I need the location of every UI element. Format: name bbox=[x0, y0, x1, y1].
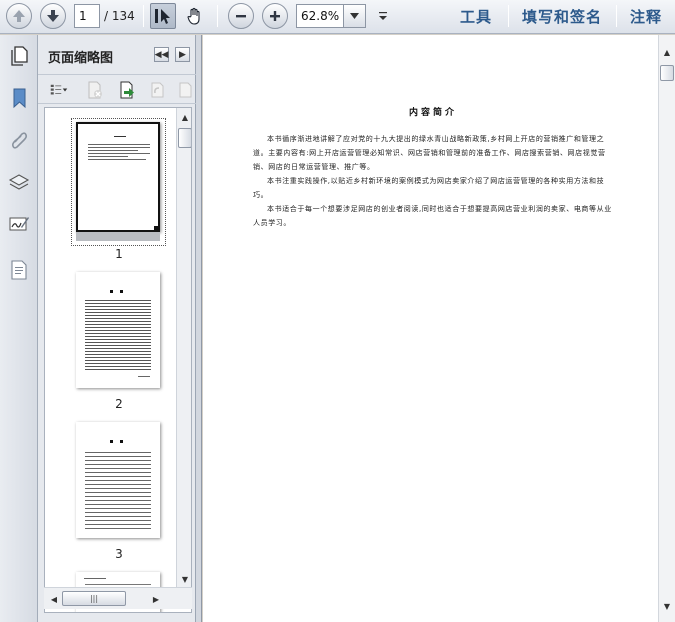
thumbnail-page-1[interactable] bbox=[76, 122, 160, 232]
thumbnail-label: 3 bbox=[115, 547, 123, 561]
chevron-right-icon: ▶ bbox=[179, 49, 186, 60]
scroll-down-icon[interactable]: ▼ bbox=[177, 572, 191, 586]
rotate-page-button[interactable] bbox=[146, 80, 168, 100]
page-number-input[interactable] bbox=[74, 4, 100, 28]
panel-title: 页面缩略图 bbox=[48, 51, 114, 66]
tools-link[interactable]: 工具 bbox=[460, 6, 492, 27]
thumbnails-panel: 页面缩略图 ◀◀ ▶ 1 2 3 ▲ ▼ ◀ ||| ▶ bbox=[38, 35, 196, 622]
document-title: 内容简介 bbox=[408, 108, 457, 118]
thumbnail-page-3[interactable] bbox=[76, 422, 160, 538]
document-view[interactable]: 内容简介 本书循序渐进地讲解了应对党的十九大提出的绿水青山战略新政策,乡村网上开… bbox=[203, 35, 675, 622]
document-page: 内容简介 本书循序渐进地讲解了应对党的十九大提出的绿水青山战略新政策,乡村网上开… bbox=[253, 105, 613, 230]
thumbnail-page-2[interactable] bbox=[76, 272, 160, 388]
main-toolbar: / 134 工具 填写和签名 注释 bbox=[0, 0, 675, 34]
comment-link[interactable]: 注释 bbox=[630, 6, 662, 27]
plus-icon bbox=[270, 11, 280, 21]
document-paragraph: 本书注重实践操作,以贴近乡村新环境的案例模式为网店卖家介绍了网店运营管理的各种实… bbox=[253, 177, 605, 199]
layers-button[interactable] bbox=[6, 169, 32, 195]
document-paragraph: 本书适合于每一个想要涉足网店的创业者阅读,同时也适合于想要提高网店营业利润的卖家… bbox=[253, 205, 612, 227]
delete-page-button[interactable] bbox=[84, 80, 106, 100]
expand-panel-button[interactable]: ▶ bbox=[175, 47, 190, 62]
document-vertical-scrollbar[interactable]: ▲ ▼ bbox=[658, 35, 675, 622]
bookmark-icon bbox=[13, 88, 26, 109]
zoom-dropdown-button[interactable] bbox=[344, 4, 366, 28]
rotate-page-icon bbox=[151, 82, 164, 98]
toolbar-divider bbox=[217, 5, 218, 27]
delete-page-icon bbox=[88, 81, 102, 99]
document-icon bbox=[11, 260, 27, 280]
scroll-down-icon[interactable]: ▼ bbox=[659, 599, 675, 613]
document-properties-button[interactable] bbox=[6, 257, 32, 283]
page-thumbnails-button[interactable] bbox=[6, 43, 32, 69]
scroll-right-icon[interactable]: ▶ bbox=[148, 592, 164, 606]
insert-page-icon bbox=[120, 81, 134, 99]
minus-icon bbox=[236, 15, 246, 18]
chevron-more-icon bbox=[379, 12, 387, 20]
scroll-up-icon[interactable]: ▲ bbox=[177, 110, 191, 124]
attachments-button[interactable] bbox=[6, 127, 32, 153]
document-scrollbar-thumb[interactable] bbox=[660, 65, 674, 81]
page-thumbnails-icon bbox=[11, 46, 28, 66]
signature-icon bbox=[9, 217, 29, 231]
layers-icon bbox=[8, 174, 30, 190]
text-cursor-icon bbox=[155, 9, 170, 24]
scrollbar-thumb[interactable] bbox=[178, 128, 191, 148]
navigation-rail bbox=[0, 35, 38, 622]
signatures-button[interactable] bbox=[6, 211, 32, 237]
thumbnail-label: 2 bbox=[115, 397, 123, 411]
panel-header: 页面缩略图 ◀◀ ▶ bbox=[38, 35, 196, 75]
toolbar-divider bbox=[616, 5, 617, 27]
paperclip-icon bbox=[11, 132, 28, 149]
hand-tool-button[interactable] bbox=[182, 3, 208, 29]
thumbnail-horizontal-scrollbar[interactable]: ◀ ||| ▶ bbox=[44, 587, 192, 609]
arrow-up-icon bbox=[13, 10, 25, 22]
panel-splitter[interactable] bbox=[196, 35, 202, 622]
panel-toolbar bbox=[38, 76, 196, 104]
options-menu-icon bbox=[50, 84, 68, 95]
more-tools-button[interactable] bbox=[370, 3, 396, 29]
bookmarks-button[interactable] bbox=[6, 85, 32, 111]
thumbnail-list[interactable]: 1 2 3 ▲ ▼ bbox=[44, 107, 192, 613]
toolbar-divider bbox=[508, 5, 509, 27]
extract-page-button[interactable] bbox=[174, 80, 192, 100]
thumbnail-vertical-scrollbar[interactable]: ▲ ▼ bbox=[176, 108, 191, 588]
toolbar-divider bbox=[143, 5, 144, 27]
page-total: / 134 bbox=[104, 9, 135, 23]
zoom-in-button[interactable] bbox=[262, 3, 288, 29]
extract-page-icon bbox=[179, 82, 192, 98]
zoom-input[interactable] bbox=[296, 4, 344, 28]
insert-page-button[interactable] bbox=[116, 80, 138, 100]
chevron-down-icon bbox=[350, 13, 359, 19]
document-paragraph: 本书循序渐进地讲解了应对党的十九大提出的绿水青山战略新政策,乡村网上开店的营销推… bbox=[253, 135, 606, 171]
hand-icon bbox=[187, 7, 200, 25]
fill-sign-link[interactable]: 填写和签名 bbox=[522, 6, 602, 27]
thumbnail-options-button[interactable] bbox=[46, 80, 72, 100]
thumbnail-view-frame bbox=[76, 232, 160, 241]
collapse-panel-button[interactable]: ◀◀ bbox=[154, 47, 169, 62]
previous-page-button[interactable] bbox=[6, 3, 32, 29]
next-page-button[interactable] bbox=[40, 3, 66, 29]
horizontal-scrollbar-thumb[interactable]: ||| bbox=[62, 591, 126, 606]
thumbnail-label: 1 bbox=[115, 247, 123, 261]
scroll-left-icon[interactable]: ◀ bbox=[46, 592, 62, 606]
arrow-down-icon bbox=[47, 10, 59, 22]
thumbnail-toc-block bbox=[85, 452, 151, 530]
double-chevron-left-icon: ◀◀ bbox=[154, 49, 169, 60]
thumbnail-text-block bbox=[85, 300, 151, 372]
select-tool-button[interactable] bbox=[150, 3, 176, 29]
scroll-up-icon[interactable]: ▲ bbox=[659, 45, 675, 59]
zoom-out-button[interactable] bbox=[228, 3, 254, 29]
